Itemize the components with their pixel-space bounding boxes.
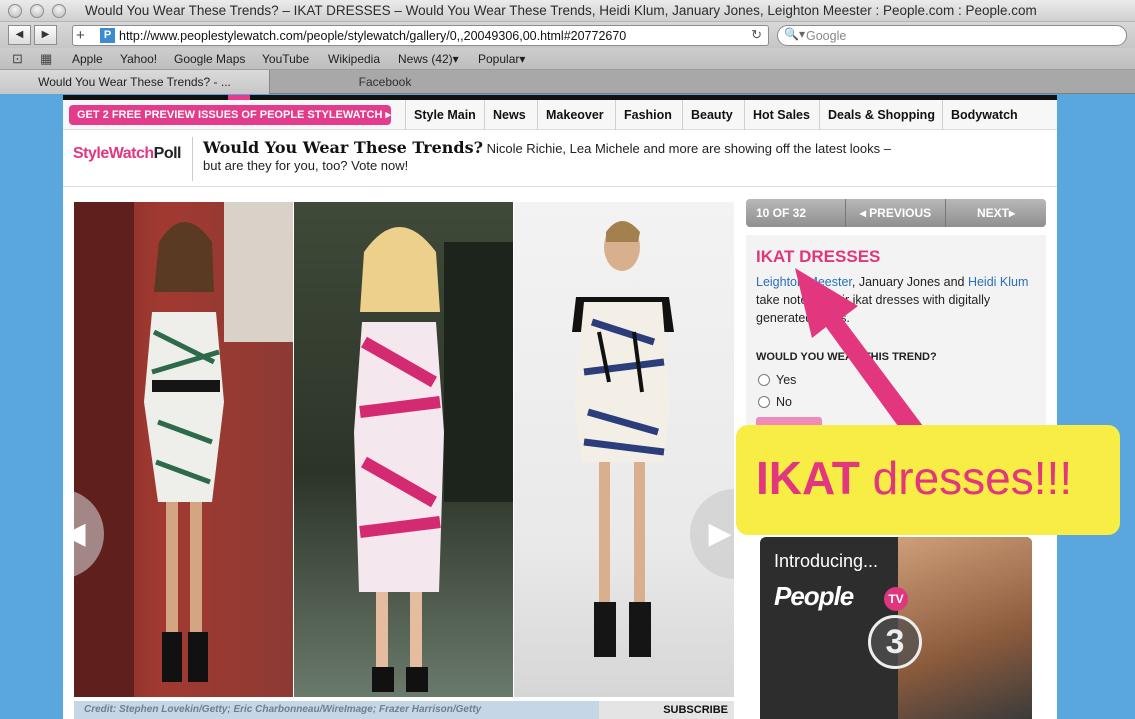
search-field[interactable]: 🔍▾ Google bbox=[777, 25, 1127, 46]
link-heidi-klum[interactable]: Heidi Klum bbox=[968, 275, 1028, 289]
url-text[interactable]: http://www.peoplestylewatch.com/people/s… bbox=[119, 29, 626, 43]
dress-illustration bbox=[74, 202, 293, 697]
previous-button[interactable]: ◂ PREVIOUS bbox=[846, 199, 946, 227]
dress-illustration bbox=[572, 221, 674, 657]
back-button[interactable]: ◀ bbox=[8, 25, 31, 45]
tab-bar: Would You Wear These Trends? - ... Faceb… bbox=[0, 70, 1135, 94]
nav-news[interactable]: News bbox=[484, 100, 526, 130]
nav-beauty[interactable]: Beauty bbox=[682, 100, 733, 130]
link-leighton-meester[interactable]: Leighton Meester bbox=[756, 275, 852, 289]
top-sites-grid-icon[interactable]: ▦ bbox=[40, 51, 52, 67]
bookmark-yahoo[interactable]: Yahoo! bbox=[120, 52, 157, 66]
bookmark-youtube[interactable]: YouTube bbox=[262, 52, 309, 66]
bookmark-apple[interactable]: Apple bbox=[72, 52, 103, 66]
tab-facebook[interactable]: Facebook bbox=[270, 70, 500, 94]
minimize-window-button[interactable] bbox=[30, 4, 44, 18]
bookmarks-bar: ⊡ ▦ Apple Yahoo! Google Maps YouTube Wik… bbox=[0, 48, 1135, 70]
reading-list-icon[interactable]: ⊡ bbox=[12, 51, 23, 67]
ad-number: 3 bbox=[868, 615, 922, 669]
nav-hot-sales[interactable]: Hot Sales bbox=[744, 100, 810, 130]
radio-no[interactable] bbox=[758, 396, 770, 408]
radio-yes[interactable] bbox=[758, 374, 770, 386]
poll-header: StyleWatchPoll Would You Wear These Tren… bbox=[63, 131, 1057, 187]
annotation-callout: IKAT dresses!!! bbox=[736, 425, 1120, 535]
add-bookmark-icon[interactable]: + bbox=[76, 26, 85, 45]
ad-tv-badge: TV bbox=[884, 587, 908, 611]
forward-button[interactable]: ▶ bbox=[34, 25, 57, 45]
browser-toolbar: ◀ ▶ + P http://www.peoplestylewatch.com/… bbox=[0, 22, 1135, 48]
nav-makeover[interactable]: Makeover bbox=[537, 100, 604, 130]
slide-counter: 10 OF 32 bbox=[746, 199, 846, 227]
subscribe-button[interactable]: SUBSCRIBE bbox=[599, 701, 734, 719]
photo-leighton-meester: ◀ bbox=[74, 202, 293, 697]
poll-intro: Would You Wear These Trends? Nicole Rich… bbox=[203, 139, 903, 174]
next-button[interactable]: NEXT▸ bbox=[946, 199, 1046, 227]
bookmark-wikipedia[interactable]: Wikipedia bbox=[328, 52, 380, 66]
photo-heidi-klum: ▶ bbox=[514, 202, 734, 697]
nav-bodywatch[interactable]: Bodywatch bbox=[942, 100, 1018, 130]
web-page: GET 2 FREE PREVIEW ISSUES OF PEOPLE STYL… bbox=[63, 95, 1057, 719]
gallery-nav: 10 OF 32 ◂ PREVIOUS NEXT▸ bbox=[746, 199, 1046, 227]
bookmark-google-maps[interactable]: Google Maps bbox=[174, 52, 245, 66]
option-no[interactable]: No bbox=[758, 395, 792, 409]
tab-would-you-wear[interactable]: Would You Wear These Trends? - ... bbox=[0, 70, 270, 94]
site-favicon-icon: P bbox=[100, 28, 115, 43]
annotation-text: IKAT dresses!!! bbox=[756, 452, 1073, 504]
reload-icon[interactable]: ↻ bbox=[751, 27, 762, 43]
people-tv-ad[interactable]: Introducing... People TV 3 bbox=[760, 537, 1032, 719]
bookmark-popular[interactable]: Popular▾ bbox=[478, 52, 525, 66]
poll-title: Would You Wear These Trends? bbox=[203, 138, 483, 157]
dress-illustration bbox=[354, 227, 513, 692]
window-title: Would You Wear These Trends? – IKAT DRES… bbox=[85, 3, 1037, 18]
bookmark-news[interactable]: News (42)▾ bbox=[398, 52, 459, 66]
photo-january-jones bbox=[294, 202, 513, 697]
window-titlebar: Would You Wear These Trends? – IKAT DRES… bbox=[0, 0, 1135, 22]
zoom-window-button[interactable] bbox=[52, 4, 66, 18]
stylewatch-poll-logo[interactable]: StyleWatchPoll bbox=[73, 145, 182, 163]
nav-deals-shopping[interactable]: Deals & Shopping bbox=[819, 100, 935, 130]
nav-style-main[interactable]: Style Main bbox=[405, 100, 476, 130]
trend-title: IKAT DRESSES bbox=[756, 247, 881, 266]
close-window-button[interactable] bbox=[8, 4, 22, 18]
gallery-photos: ◀ bbox=[74, 202, 734, 697]
tab-label: Would You Wear These Trends? - ... bbox=[38, 75, 231, 89]
tab-label: Facebook bbox=[358, 75, 412, 89]
option-yes[interactable]: Yes bbox=[758, 373, 796, 387]
promo-button[interactable]: GET 2 FREE PREVIEW ISSUES OF PEOPLE STYL… bbox=[69, 105, 391, 125]
trend-description: Leighton Meester, January Jones and Heid… bbox=[756, 275, 1029, 325]
nav-fashion[interactable]: Fashion bbox=[615, 100, 672, 130]
site-nav: GET 2 FREE PREVIEW ISSUES OF PEOPLE STYL… bbox=[63, 100, 1057, 130]
ad-brand: People bbox=[774, 581, 854, 611]
search-icon: 🔍▾ bbox=[784, 27, 805, 41]
address-bar[interactable]: + P http://www.peoplestylewatch.com/peop… bbox=[72, 25, 769, 46]
logo-divider bbox=[192, 137, 193, 181]
poll-question: WOULD YOU WEAR THIS TREND? bbox=[756, 351, 937, 363]
ad-intro: Introducing... bbox=[774, 551, 879, 571]
search-placeholder: Google bbox=[806, 29, 847, 43]
